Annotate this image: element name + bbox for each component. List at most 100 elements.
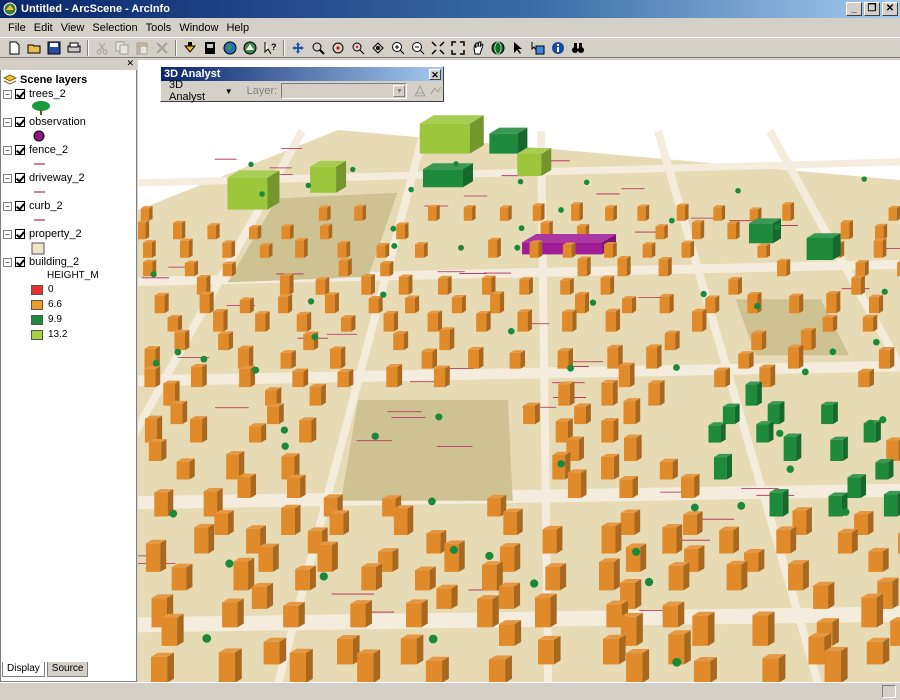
- full-extent-icon[interactable]: [430, 40, 446, 56]
- building: [601, 457, 614, 480]
- building-side: [677, 601, 685, 628]
- chevron-down-icon[interactable]: ▼: [393, 85, 406, 97]
- building: [542, 529, 557, 554]
- collapse-icon[interactable]: −: [3, 201, 12, 211]
- building: [427, 313, 438, 332]
- close-button[interactable]: ✕: [882, 2, 898, 16]
- minimize-button[interactable]: _: [846, 2, 862, 16]
- building-side: [798, 344, 804, 369]
- fly-icon[interactable]: [310, 40, 326, 56]
- menu-tools[interactable]: Tools: [142, 19, 176, 37]
- open-icon[interactable]: [26, 40, 42, 56]
- zoom-to-target-icon[interactable]: [350, 40, 366, 56]
- cut-icon[interactable]: [94, 40, 110, 56]
- pan-icon[interactable]: [470, 40, 486, 56]
- add-data-icon[interactable]: [182, 40, 198, 56]
- collapse-icon[interactable]: −: [3, 173, 12, 183]
- collapse-icon[interactable]: −: [3, 257, 12, 267]
- building-side: [741, 560, 748, 591]
- globe-icon[interactable]: [222, 40, 238, 56]
- building-side: [328, 223, 333, 240]
- building-side: [423, 242, 428, 258]
- collapse-icon[interactable]: −: [3, 117, 12, 127]
- navigate-icon[interactable]: [290, 40, 306, 56]
- layer-visibility-checkbox[interactable]: [15, 145, 25, 155]
- paste-icon[interactable]: [134, 40, 150, 56]
- building: [138, 222, 146, 240]
- layer-visibility-checkbox[interactable]: [15, 89, 25, 99]
- building: [538, 639, 554, 665]
- layer-visibility-checkbox[interactable]: [15, 257, 25, 267]
- tree-point: [879, 416, 887, 424]
- building: [552, 454, 566, 480]
- collapse-icon[interactable]: −: [3, 229, 12, 239]
- select-features-icon[interactable]: [530, 40, 546, 56]
- layer-label[interactable]: observation: [29, 116, 86, 128]
- arcmap-icon[interactable]: [242, 40, 258, 56]
- building: [756, 424, 769, 443]
- extent-icon[interactable]: [450, 40, 466, 56]
- menu-help[interactable]: Help: [222, 19, 253, 37]
- building: [299, 420, 312, 443]
- building-side: [725, 367, 730, 388]
- resize-grip[interactable]: [882, 685, 896, 698]
- whats-this-icon[interactable]: ?: [262, 40, 278, 56]
- layer-label[interactable]: curb_2: [29, 200, 63, 212]
- layer-label[interactable]: property_2: [29, 228, 82, 240]
- 3d-analyst-menu-button[interactable]: 3D Analyst ▼: [165, 79, 237, 103]
- menu-selection[interactable]: Selection: [88, 19, 141, 37]
- menu-edit[interactable]: Edit: [30, 19, 57, 37]
- raster-icon[interactable]: [413, 84, 427, 98]
- delete-icon[interactable]: [154, 40, 170, 56]
- print-icon[interactable]: [66, 40, 82, 56]
- select-graphics-icon[interactable]: [510, 40, 526, 56]
- layer-label[interactable]: driveway_2: [29, 172, 85, 184]
- layer-visibility-checkbox[interactable]: [15, 229, 25, 239]
- globe-view-icon[interactable]: [490, 40, 506, 56]
- scene-view[interactable]: [138, 60, 900, 682]
- restore-button[interactable]: ❐: [864, 2, 880, 16]
- scene-properties-icon[interactable]: [202, 40, 218, 56]
- building: [523, 405, 535, 425]
- interpolate-icon[interactable]: [429, 84, 443, 98]
- layer-label[interactable]: building_2: [29, 256, 79, 268]
- copy-icon[interactable]: [114, 40, 130, 56]
- new-icon[interactable]: [6, 40, 22, 56]
- zoom-out-icon[interactable]: [410, 40, 426, 56]
- building-side: [828, 581, 835, 609]
- zoom-in-icon[interactable]: [390, 40, 406, 56]
- building-side: [181, 220, 186, 240]
- tree-point: [252, 366, 260, 374]
- close-icon[interactable]: ✕: [429, 68, 441, 80]
- set-observer-icon[interactable]: [370, 40, 386, 56]
- menu-view[interactable]: View: [57, 19, 89, 37]
- identify-icon[interactable]: [550, 40, 566, 56]
- legend-swatch: [31, 299, 43, 310]
- menu-file[interactable]: File: [4, 19, 30, 37]
- building-side: [237, 598, 244, 628]
- menu-window[interactable]: Window: [175, 19, 222, 37]
- building: [789, 296, 800, 314]
- tab-display[interactable]: Display: [2, 662, 45, 677]
- save-icon[interactable]: [46, 40, 62, 56]
- find-icon[interactable]: [570, 40, 586, 56]
- tab-source[interactable]: Source: [46, 662, 89, 677]
- layer-visibility-checkbox[interactable]: [15, 117, 25, 127]
- collapse-icon[interactable]: −: [3, 145, 12, 155]
- toc-grip[interactable]: ✕: [0, 58, 137, 70]
- scene-canvas[interactable]: [138, 60, 900, 682]
- status-bar: [0, 682, 900, 700]
- target-center-icon[interactable]: [330, 40, 346, 56]
- layer-label[interactable]: trees_2: [29, 88, 66, 100]
- legend-class: 9.9: [3, 312, 134, 327]
- layer-dropdown[interactable]: ▼: [281, 83, 408, 99]
- building: [481, 564, 497, 591]
- building-side: [375, 563, 383, 591]
- layer-visibility-checkbox[interactable]: [15, 201, 25, 211]
- layer-label[interactable]: fence_2: [29, 144, 68, 156]
- building-side: [733, 526, 740, 554]
- building: [637, 206, 646, 221]
- building: [840, 222, 850, 240]
- collapse-icon[interactable]: −: [3, 89, 12, 99]
- layer-visibility-checkbox[interactable]: [15, 173, 25, 183]
